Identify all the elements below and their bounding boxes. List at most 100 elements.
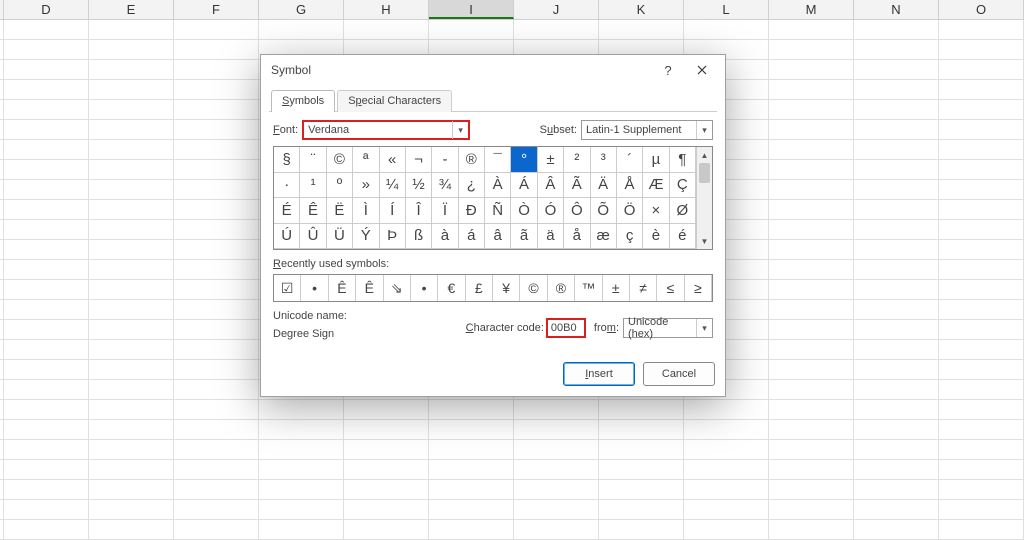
cell[interactable] [684,480,769,499]
cell[interactable] [429,500,514,519]
cell[interactable] [174,500,259,519]
recent-symbol-cell[interactable]: Ê [356,275,383,301]
cell[interactable] [89,320,174,339]
insert-button[interactable]: Insert [563,362,635,386]
symbol-cell[interactable]: Ê [300,198,326,224]
symbol-cell[interactable]: ¼ [380,173,406,199]
cell[interactable] [429,460,514,479]
symbol-cell[interactable]: Ö [617,198,643,224]
cell[interactable] [684,500,769,519]
symbol-cell[interactable]: § [274,147,300,173]
cell[interactable] [854,140,939,159]
cell[interactable] [769,440,854,459]
symbol-cell[interactable]: µ [643,147,669,173]
col-header-d[interactable]: D [4,0,89,19]
symbol-cell[interactable]: ¶ [670,147,696,173]
cell[interactable] [514,420,599,439]
cell[interactable] [89,420,174,439]
symbol-cell[interactable]: ¯ [485,147,511,173]
recent-symbol-cell[interactable]: ≤ [657,275,684,301]
cell[interactable] [4,180,89,199]
symbol-cell[interactable]: Ä [591,173,617,199]
symbol-cell[interactable]: » [353,173,379,199]
cell[interactable] [429,520,514,539]
cell[interactable] [174,60,259,79]
symbol-cell[interactable]: ³ [591,147,617,173]
cell[interactable] [4,480,89,499]
symbol-cell[interactable]: ª [353,147,379,173]
col-header-m[interactable]: M [769,0,854,19]
recent-symbol-cell[interactable]: Ê [329,275,356,301]
cell[interactable] [89,260,174,279]
col-header-n[interactable]: N [854,0,939,19]
cell[interactable] [89,160,174,179]
cell[interactable] [174,200,259,219]
cell[interactable] [4,320,89,339]
symbol-cell[interactable]: â [485,224,511,250]
cell[interactable] [89,140,174,159]
symbol-cell[interactable]: « [380,147,406,173]
cell[interactable] [854,220,939,239]
cell[interactable] [769,100,854,119]
cell[interactable] [89,40,174,59]
cell[interactable] [344,440,429,459]
cell[interactable] [4,40,89,59]
cell[interactable] [4,440,89,459]
recent-symbol-cell[interactable]: ☑ [274,275,301,301]
cell[interactable] [769,40,854,59]
cell[interactable] [854,260,939,279]
cell[interactable] [89,120,174,139]
recent-symbol-cell[interactable]: ⇘ [384,275,411,301]
symbol-cell[interactable]: ¿ [459,173,485,199]
cell[interactable] [174,420,259,439]
cell[interactable] [174,320,259,339]
cell[interactable] [174,520,259,539]
col-header-o[interactable]: O [939,0,1024,19]
cell[interactable] [769,380,854,399]
symbol-cell[interactable]: ¨ [300,147,326,173]
cell[interactable] [854,160,939,179]
cell[interactable] [344,480,429,499]
cell[interactable] [89,340,174,359]
cell[interactable] [344,460,429,479]
cell[interactable] [939,400,1024,419]
cell[interactable] [769,60,854,79]
cell[interactable] [4,240,89,259]
cell[interactable] [344,400,429,419]
symbol-cell[interactable]: Û [300,224,326,250]
cell[interactable] [684,460,769,479]
cell[interactable] [514,460,599,479]
cell[interactable] [174,100,259,119]
cell[interactable] [939,340,1024,359]
cell[interactable] [769,340,854,359]
cell[interactable] [344,500,429,519]
cell[interactable] [4,100,89,119]
charcode-input[interactable]: 00B0 [546,318,586,338]
font-combo[interactable]: Verdana ▾ [302,120,470,140]
cell[interactable] [769,520,854,539]
symbol-cell[interactable]: × [643,198,669,224]
recent-symbol-cell[interactable]: ≠ [630,275,657,301]
cell[interactable] [174,140,259,159]
cell[interactable] [599,440,684,459]
cell[interactable] [769,180,854,199]
cell[interactable] [599,460,684,479]
cell[interactable] [599,520,684,539]
cell[interactable] [174,240,259,259]
recent-symbol-cell[interactable]: £ [466,275,493,301]
cell[interactable] [4,520,89,539]
cell[interactable] [769,20,854,39]
recent-symbol-cell[interactable]: • [411,275,438,301]
cell[interactable] [89,460,174,479]
cell[interactable] [4,260,89,279]
cell[interactable] [854,280,939,299]
recent-symbol-cell[interactable]: © [520,275,547,301]
symbol-cell[interactable]: Ó [538,198,564,224]
cell[interactable] [939,180,1024,199]
symbol-cell[interactable]: Þ [380,224,406,250]
cell[interactable] [939,20,1024,39]
cell[interactable] [939,160,1024,179]
col-header-h[interactable]: H [344,0,429,19]
cell[interactable] [4,420,89,439]
cell[interactable] [4,400,89,419]
